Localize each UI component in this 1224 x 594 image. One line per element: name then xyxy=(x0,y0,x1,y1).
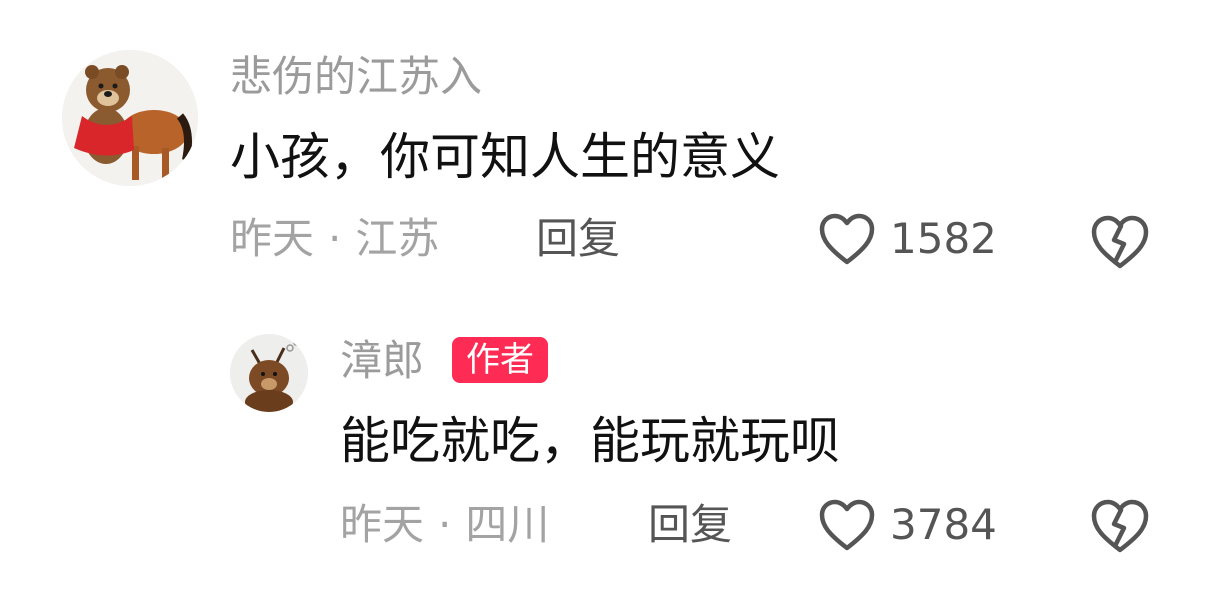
dislike-button[interactable] xyxy=(1090,214,1150,270)
comment-meta: 昨天 · 江苏 xyxy=(230,218,439,260)
avatar[interactable] xyxy=(62,50,198,186)
meta-separator: · xyxy=(328,214,342,263)
comment-time: 昨天 xyxy=(230,214,315,263)
like-count: 1582 xyxy=(890,214,997,263)
reply-button[interactable]: 回复 xyxy=(648,504,732,546)
broken-heart-icon xyxy=(1091,215,1149,269)
dislike-button[interactable] xyxy=(1090,498,1150,554)
avatar[interactable] xyxy=(230,334,308,412)
like-button[interactable]: 3784 xyxy=(818,498,997,552)
comment-username[interactable]: 悲伤的江苏入 xyxy=(230,56,482,98)
like-button[interactable]: 1582 xyxy=(818,212,997,266)
heart-outline-icon xyxy=(819,213,875,265)
broken-heart-icon xyxy=(1091,499,1149,553)
reply-meta: 昨天 · 四川 xyxy=(340,504,549,546)
meta-separator: · xyxy=(438,500,452,549)
author-badge: 作者 xyxy=(452,337,548,383)
comment-item: 悲伤的江苏入 小孩，你可知人生的意义 昨天 · 江苏 回复 1582 xyxy=(0,0,1224,300)
reply-username[interactable]: 漳郎 xyxy=(340,340,424,382)
like-count: 3784 xyxy=(890,500,997,549)
comment-location: 江苏 xyxy=(355,214,440,263)
comment-text: 小孩，你可知人生的意义 xyxy=(230,128,780,186)
reply-time: 昨天 xyxy=(340,500,425,549)
bear-avatar-icon xyxy=(230,334,308,412)
reply-location: 四川 xyxy=(465,500,550,549)
reply-button[interactable]: 回复 xyxy=(536,218,620,260)
reply-text: 能吃就吃，能玩就玩呗 xyxy=(340,412,840,470)
reply-item: 漳郎 作者 能吃就吃，能玩就玩呗 昨天 · 四川 回复 3784 xyxy=(0,300,1224,594)
bear-horse-avatar-icon xyxy=(62,50,198,186)
heart-outline-icon xyxy=(819,499,875,551)
